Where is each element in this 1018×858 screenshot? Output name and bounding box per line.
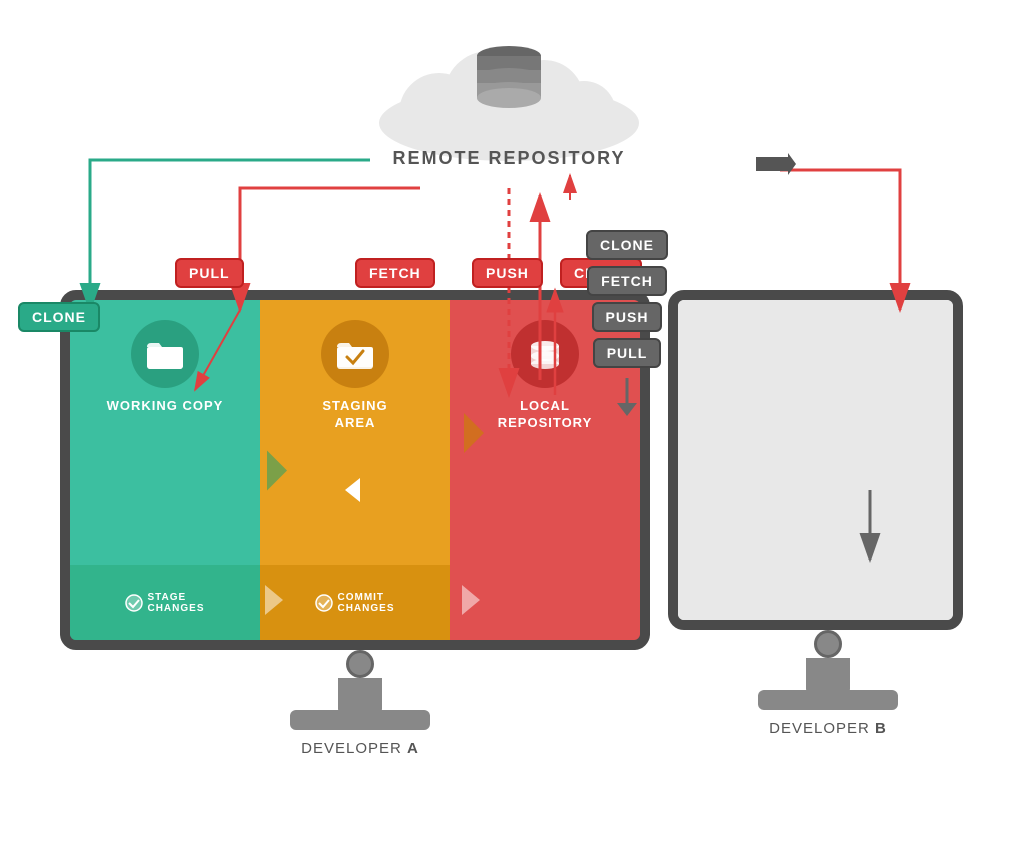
commit-changes-label: COMMITCHANGES bbox=[337, 592, 394, 614]
stage-icon bbox=[125, 594, 143, 612]
staging-icon bbox=[321, 320, 389, 388]
badge-b-clone: CLONE bbox=[586, 230, 668, 260]
working-copy-area: WORKING COPY STAGECHANGES bbox=[70, 300, 260, 640]
badge-b-pull: PULL bbox=[593, 338, 662, 368]
badge-b-fetch: FETCH bbox=[587, 266, 667, 296]
monitor-b: DEVELOPER B bbox=[668, 290, 988, 720]
working-copy-icon bbox=[131, 320, 199, 388]
local-repo-label: LOCALREPOSITORY bbox=[498, 398, 593, 432]
flow-chevron-2 bbox=[462, 585, 484, 615]
working-copy-label: WORKING COPY bbox=[107, 398, 224, 415]
stage-changes-area: STAGECHANGES bbox=[70, 565, 260, 640]
flow-chevron-1 bbox=[265, 585, 287, 615]
dev-b-badges: CLONE FETCH PUSH PULL bbox=[586, 230, 668, 418]
chevron-1 bbox=[267, 450, 291, 490]
remote-repo-label: REMOTE REPOSITORY bbox=[392, 148, 625, 169]
badge-fetch: FETCH bbox=[355, 258, 435, 288]
chevron-2 bbox=[464, 413, 488, 453]
cloud-shape bbox=[379, 46, 639, 161]
dev-b-down-arrow bbox=[612, 378, 642, 418]
monitor-a: WORKING COPY STAGECHANGES bbox=[60, 290, 660, 720]
diagram-container: REMOTE REPOSITORY bbox=[0, 0, 1018, 858]
commit-icon bbox=[315, 594, 333, 612]
local-repo-icon bbox=[511, 320, 579, 388]
badge-push: PUSH bbox=[472, 258, 543, 288]
developer-a-label: DEVELOPER A bbox=[301, 740, 419, 757]
developer-b-label: DEVELOPER B bbox=[769, 720, 887, 737]
staging-area-label: STAGINGAREA bbox=[322, 398, 387, 432]
arrow-to-remote bbox=[756, 152, 796, 176]
stage-changes-label: STAGECHANGES bbox=[147, 592, 204, 614]
badge-pull: PULL bbox=[175, 258, 244, 288]
badge-clone-left: CLONE bbox=[18, 302, 100, 332]
badge-b-push: PUSH bbox=[592, 302, 663, 332]
